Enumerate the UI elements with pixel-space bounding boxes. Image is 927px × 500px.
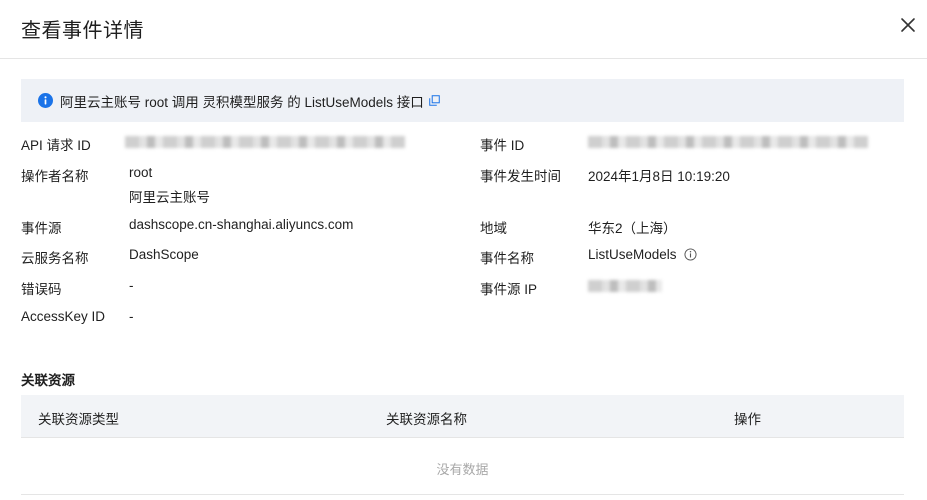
external-link-icon[interactable] bbox=[429, 95, 440, 106]
banner-text: 阿里云主账号 root 调用 灵积模型服务 的 ListUseModels 接口 bbox=[60, 94, 424, 110]
event-source-label: 事件源 bbox=[21, 221, 62, 236]
operator-label: 操作者名称 bbox=[21, 169, 89, 184]
event-name-label: 事件名称 bbox=[480, 251, 534, 266]
cloud-service-value: DashScope bbox=[129, 247, 199, 262]
event-name-row: ListUseModels bbox=[588, 247, 697, 262]
event-id-label: 事件 ID bbox=[480, 138, 525, 153]
api-request-id-label: API 请求 ID bbox=[21, 138, 91, 153]
column-resource-type: 关联资源类型 bbox=[38, 412, 119, 427]
region-value: 华东2（上海） bbox=[588, 221, 677, 236]
related-resources-table: 关联资源类型 关联资源名称 操作 没有数据 bbox=[21, 395, 904, 495]
api-request-id-row: API 请求 ID bbox=[21, 134, 91, 154]
event-time-label: 事件发生时间 bbox=[480, 169, 561, 184]
info-icon bbox=[38, 93, 53, 108]
close-icon[interactable] bbox=[899, 16, 917, 34]
operator-row: 操作者名称 bbox=[21, 165, 89, 185]
api-request-id-value bbox=[125, 134, 405, 149]
operator-value-primary: root bbox=[129, 165, 153, 180]
table-header: 关联资源类型 关联资源名称 操作 bbox=[21, 395, 904, 438]
redacted-value bbox=[588, 136, 868, 149]
error-code-value: - bbox=[129, 278, 134, 293]
cloud-service-label: 云服务名称 bbox=[21, 251, 89, 266]
column-actions: 操作 bbox=[734, 412, 761, 427]
redacted-value bbox=[125, 136, 405, 149]
event-source-ip-value bbox=[588, 278, 662, 293]
info-banner: 阿里云主账号 root 调用 灵积模型服务 的 ListUseModels 接口 bbox=[21, 79, 904, 122]
redacted-value bbox=[588, 280, 662, 293]
error-code-label: 错误码 bbox=[21, 282, 62, 297]
region-label: 地域 bbox=[480, 221, 507, 236]
info-circle-icon[interactable] bbox=[684, 248, 697, 261]
table-body: 没有数据 bbox=[21, 438, 904, 495]
accesskey-value: - bbox=[129, 309, 134, 324]
dialog-header: 查看事件详情 bbox=[0, 0, 927, 59]
event-id-value bbox=[588, 134, 868, 149]
related-resources-title: 关联资源 bbox=[21, 373, 75, 388]
event-details-dialog: 查看事件详情 阿里云主账号 root 调用 灵积模型服务 的 ListUseMo… bbox=[0, 0, 927, 500]
column-resource-name: 关联资源名称 bbox=[386, 412, 467, 427]
empty-state-text: 没有数据 bbox=[436, 462, 489, 477]
operator-value-secondary: 阿里云主账号 bbox=[129, 190, 210, 205]
event-time-value: 2024年1月8日 10:19:20 bbox=[588, 169, 730, 184]
event-source-ip-label: 事件源 IP bbox=[480, 282, 538, 297]
accesskey-label: AccessKey ID bbox=[21, 309, 106, 324]
event-source-value: dashscope.cn-shanghai.aliyuncs.com bbox=[129, 217, 354, 232]
event-name-value: ListUseModels bbox=[588, 247, 677, 262]
dialog-title: 查看事件详情 bbox=[21, 20, 144, 42]
